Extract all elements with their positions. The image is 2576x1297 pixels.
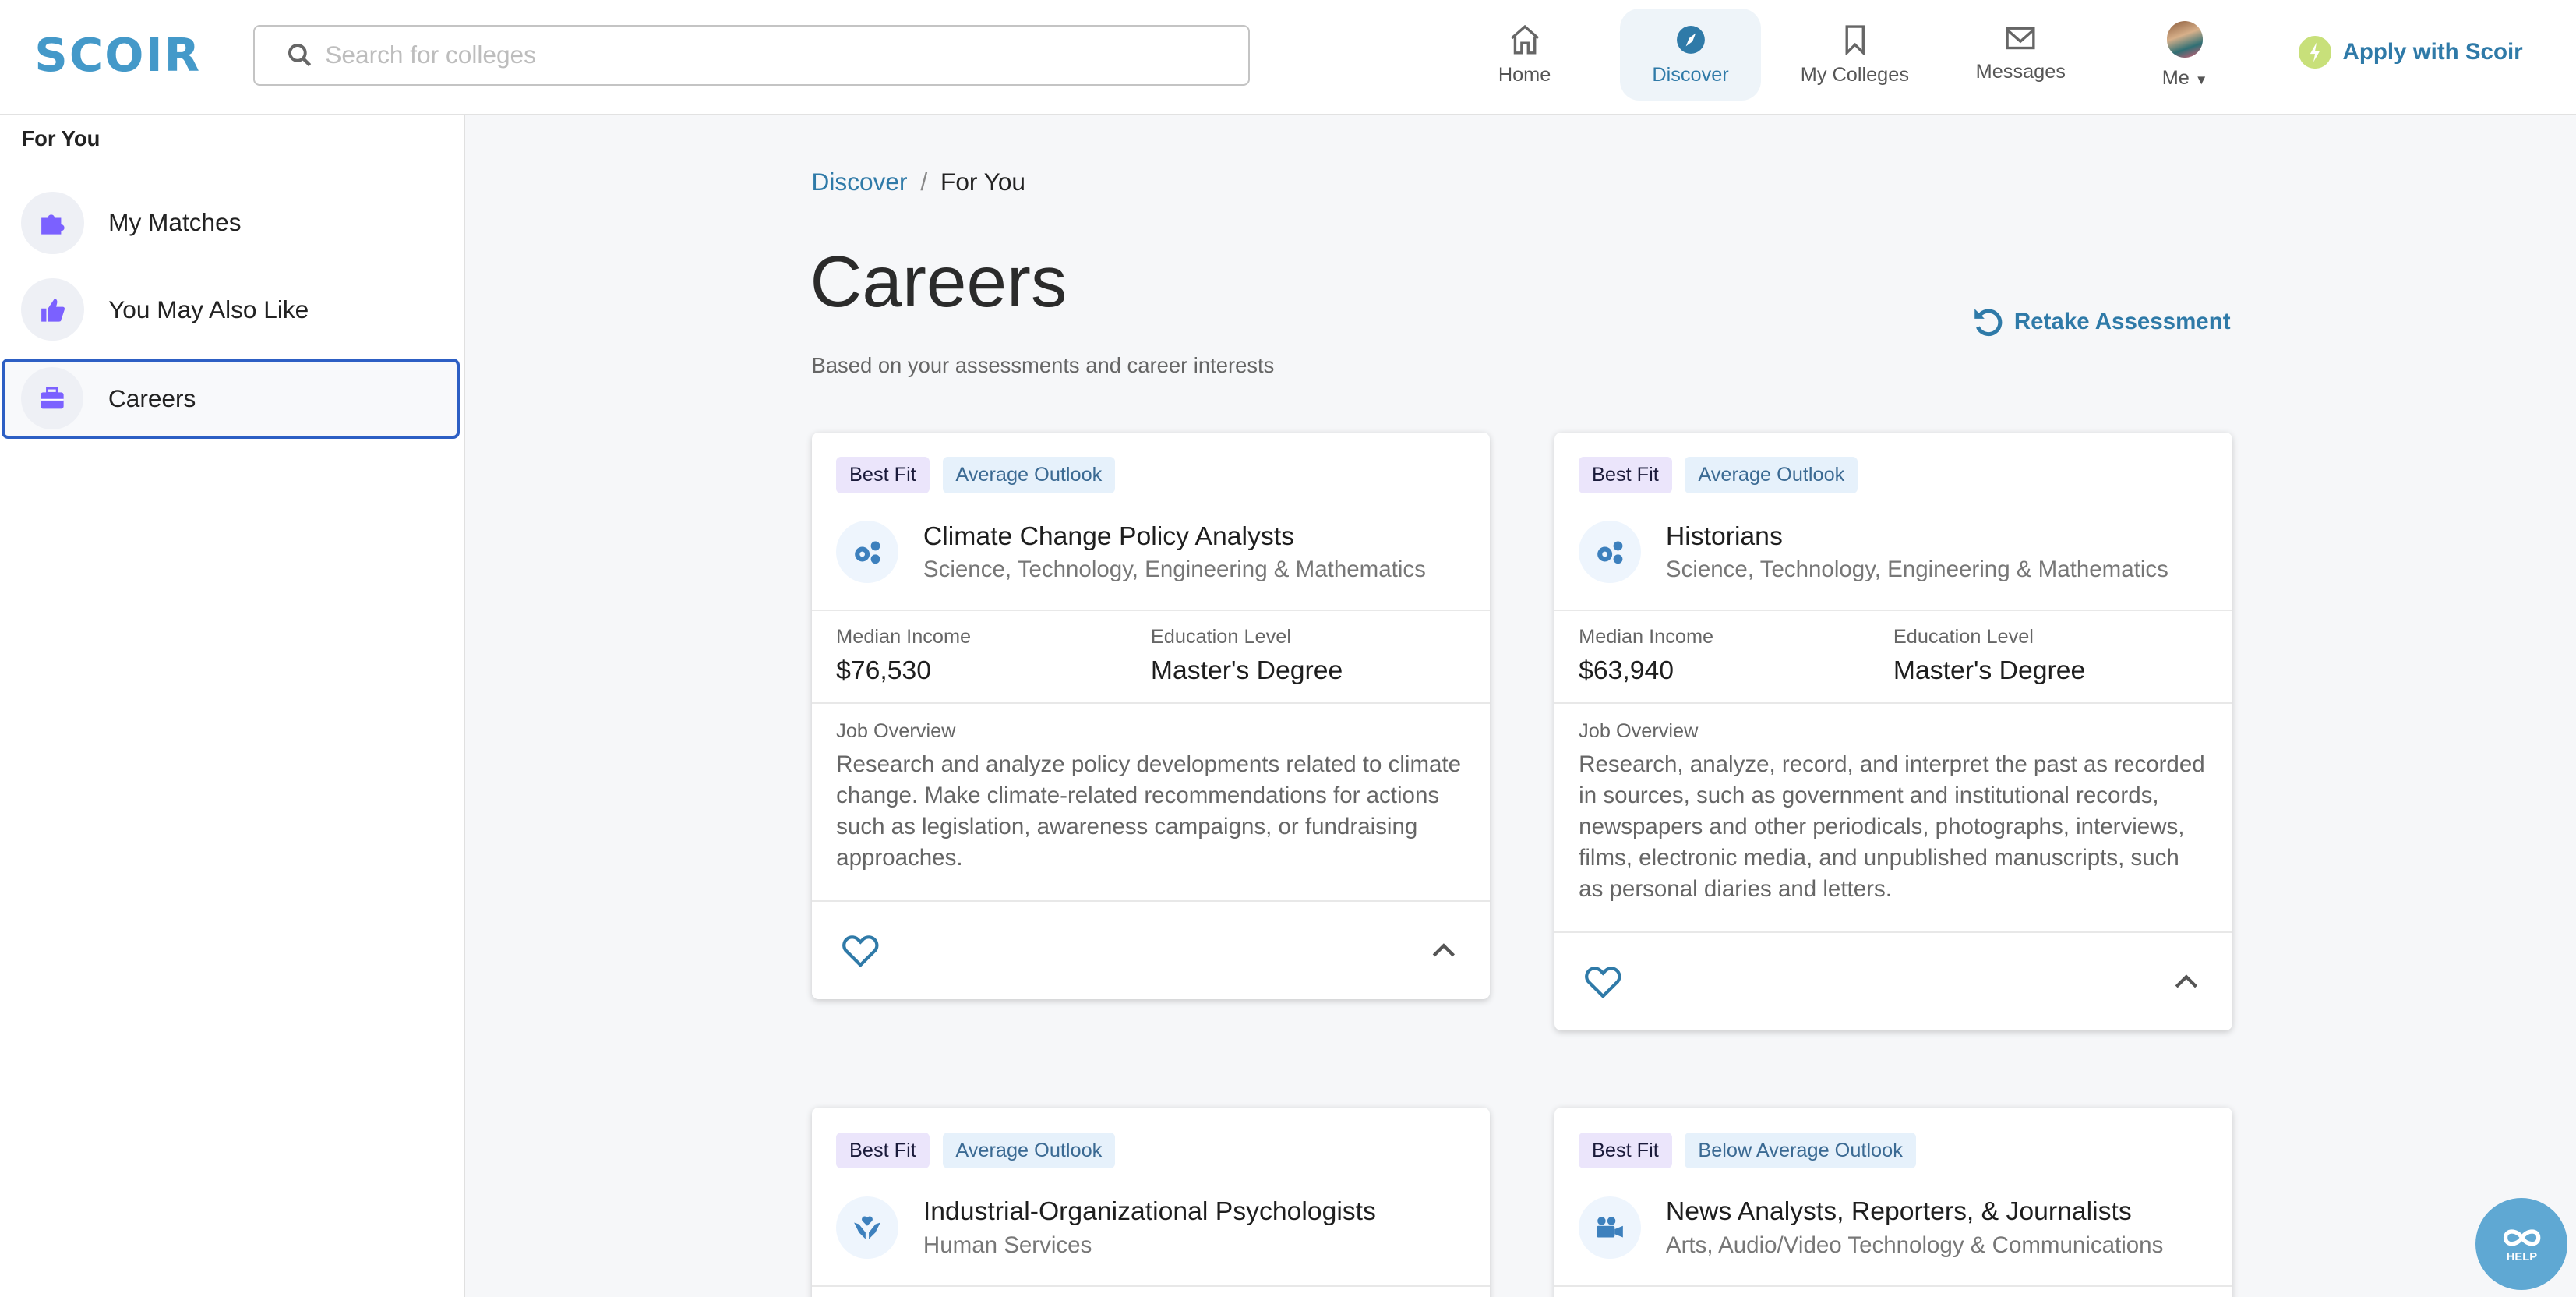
fit-badge: Best Fit [836,1132,930,1169]
undo-icon [1974,309,2003,337]
sidebar-item-my-matches[interactable]: My Matches [2,182,460,263]
home-icon [1510,24,1539,55]
outlook-badge: Average Outlook [1685,457,1858,493]
help-label: HELP [2506,1250,2538,1263]
fit-badge: Best Fit [836,457,930,493]
median-income-label: Median Income [1579,626,1714,648]
lightning-icon [2298,36,2331,69]
fit-badge: Best Fit [1579,1132,1672,1169]
nav-messages[interactable]: Messages [1950,9,2091,101]
career-category: Human Services [923,1232,1092,1258]
career-card[interactable]: Best Fit Average Outlook Industrial-Organ… [811,1108,1491,1297]
career-title[interactable]: Climate Change Policy Analysts [923,521,1426,552]
scoir-logo[interactable]: SCOIR [34,28,201,82]
chevron-up-icon[interactable] [2173,974,2200,990]
heart-icon[interactable] [1583,963,1623,999]
nav-home[interactable]: Home [1454,9,1595,101]
career-title[interactable]: News Analysts, Reporters, & Journalists [1666,1196,2163,1227]
avatar [2166,21,2204,58]
search-box[interactable] [252,24,1251,86]
outlook-badge: Below Average Outlook [1685,1132,1916,1169]
page-title: Careers [810,240,1067,322]
career-card[interactable]: Best Fit Average Outlook Historians Scienc… [1554,432,2233,1030]
breadcrumb-discover-link[interactable]: Discover [812,168,908,196]
infinity-icon [2503,1229,2541,1246]
sidebar-item-careers[interactable]: Careers [2,358,461,439]
thumbs-up-icon [21,278,84,341]
briefcase-icon [21,367,84,430]
job-overview-label: Job Overview [1579,719,1699,742]
nav-label: My Colleges [1800,64,1909,87]
fit-badge: Best Fit [1579,457,1672,493]
puzzle-icon [21,191,84,254]
job-overview-label: Job Overview [836,719,956,742]
job-overview-text: Research, analyze, record, and interpret… [1579,751,2205,903]
gears-icon [836,521,899,584]
breadcrumb-current: For You [940,168,1025,196]
breadcrumb-separator: / [920,168,928,196]
nav-label: Home [1498,64,1551,87]
education-level-label: Education Level [1893,626,2034,648]
career-card[interactable]: Best Fit Average Outlook Climate Change P… [811,432,1491,999]
education-level-label: Education Level [1150,626,1291,648]
hands-heart-icon [836,1196,899,1259]
chevron-up-icon[interactable] [1431,942,1457,959]
nav-my-colleges[interactable]: My Colleges [1784,9,1925,101]
compass-icon [1676,25,1705,54]
nav-label: Me [2161,67,2190,90]
job-overview-text: Research and analyze policy developments… [836,751,1462,871]
video-camera-icon [1579,1196,1642,1259]
bookmark-icon [1845,25,1865,55]
career-category: Science, Technology, Engineering & Mathe… [923,557,1426,583]
nav-discover[interactable]: Discover [1619,8,1762,101]
nav-label: Discover [1652,64,1729,87]
career-category: Science, Technology, Engineering & Mathe… [1665,557,2168,583]
career-title[interactable]: Historians [1666,521,2168,552]
sidebar-item-you-may-also-like[interactable]: You May Also Like [2,270,460,350]
gears-icon [1579,521,1642,584]
envelope-icon [2006,27,2035,49]
page-subtitle: Based on your assessments and career int… [811,353,1275,378]
help-button[interactable]: HELP [2475,1198,2568,1291]
breadcrumb: Discover / For You [812,168,1025,196]
nav-me[interactable]: Me ▼ [2115,9,2256,101]
apply-with-scoir-button[interactable]: Apply with Scoir [2298,36,2523,69]
caret-down-icon: ▼ [2194,72,2208,88]
sidebar-title: For You [21,126,101,151]
retake-label: Retake Assessment [2013,309,2231,335]
apply-label: Apply with Scoir [2342,39,2523,65]
outlook-badge: Average Outlook [942,457,1116,493]
median-income-value: $63,940 [1579,655,1674,685]
outlook-badge: Average Outlook [942,1132,1116,1169]
career-card[interactable]: Best Fit Below Average Outlook News Analy… [1554,1108,2233,1297]
median-income-label: Median Income [836,626,972,648]
sidebar: For You My Matches You May Also Like Car… [0,115,465,1297]
sidebar-item-label: You May Also Like [108,295,309,323]
search-input[interactable] [325,41,1212,70]
median-income-value: $76,530 [836,655,932,685]
sidebar-item-label: My Matches [108,208,242,237]
retake-assessment-button[interactable]: Retake Assessment [1971,306,2231,338]
career-category: Arts, Audio/Video Technology & Communica… [1665,1232,2164,1258]
education-level-value: Master's Degree [1893,655,2086,685]
nav-label: Messages [1975,60,2066,83]
education-level-value: Master's Degree [1150,655,1343,685]
search-icon [288,43,312,67]
career-title[interactable]: Industrial-Organizational Psychologists [923,1196,1376,1227]
heart-icon[interactable] [841,932,880,968]
sidebar-item-label: Careers [108,383,196,412]
top-header: SCOIR Home Discover My Colleges Messages… [0,0,2576,115]
